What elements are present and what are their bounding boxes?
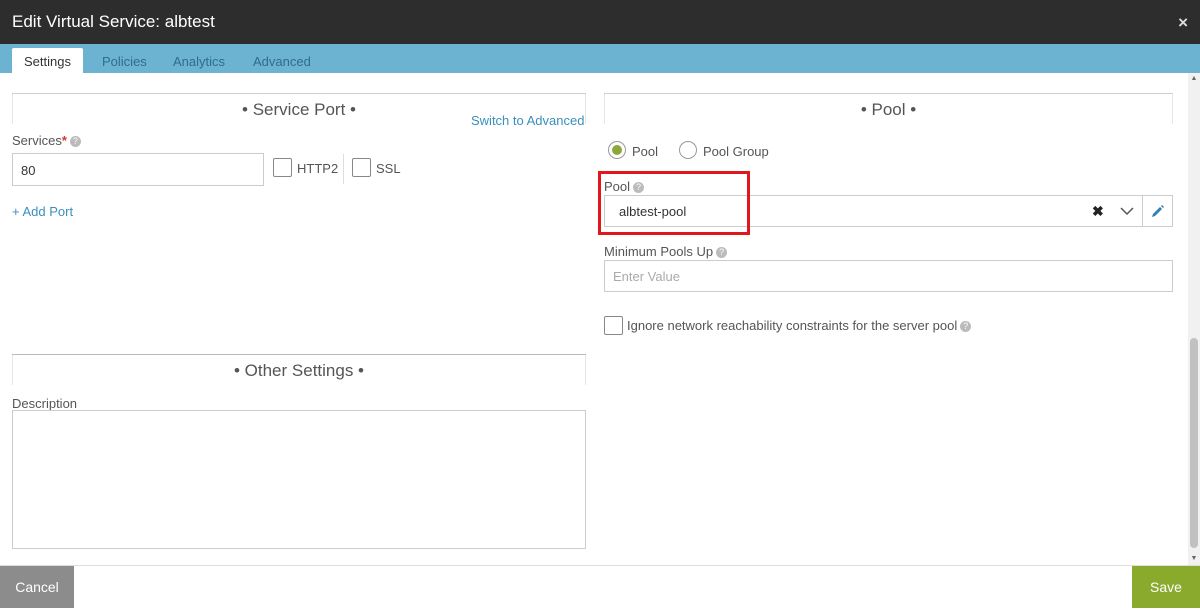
save-button[interactable]: Save	[1132, 566, 1200, 608]
help-icon[interactable]: ?	[960, 321, 972, 333]
radio-pool-label: Pool	[632, 144, 659, 159]
tab-advanced[interactable]: Advanced	[241, 48, 323, 73]
divider	[12, 94, 13, 124]
other-settings-heading-text: • Other Settings •	[233, 361, 364, 380]
add-port-link[interactable]: + Add Port	[12, 204, 73, 219]
other-settings-heading: • Other Settings •	[12, 354, 586, 385]
ignore-reachability-checkbox[interactable]	[604, 316, 623, 335]
divider	[343, 154, 344, 184]
description-label: Description	[12, 396, 78, 411]
services-label-text: Services	[12, 133, 62, 148]
divider	[585, 355, 586, 385]
settings-panel: • Service Port • Switch to Advanced Serv…	[0, 73, 1188, 565]
http2-label: HTTP2	[297, 161, 339, 176]
radio-pool-group-label: Pool Group	[703, 144, 769, 159]
pool-heading: • Pool •	[604, 93, 1173, 124]
services-port-input[interactable]: 80	[12, 153, 264, 186]
tab-policies[interactable]: Policies	[90, 48, 159, 73]
help-icon[interactable]: ?	[69, 136, 81, 148]
modal-title: Edit Virtual Service: albtest	[12, 12, 215, 31]
edit-pool-button[interactable]	[1143, 195, 1173, 227]
close-icon[interactable]: ×	[1178, 13, 1188, 33]
http2-checkbox[interactable]	[273, 158, 292, 177]
chevron-down-icon[interactable]	[1120, 206, 1134, 216]
min-pools-up-label: Minimum Pools Up?	[604, 244, 728, 259]
min-pools-up-label-text: Minimum Pools Up	[604, 244, 714, 259]
ignore-reachability-label: Ignore network reachability constraints …	[627, 318, 972, 333]
pool-heading-text: • Pool •	[860, 100, 917, 119]
ssl-label: SSL	[376, 161, 401, 176]
divider	[604, 94, 605, 124]
vertical-scrollbar[interactable]: ▲ ▼	[1188, 73, 1200, 565]
highlight-box	[598, 171, 750, 235]
switch-to-advanced-link[interactable]: Switch to Advanced	[471, 113, 584, 128]
ssl-checkbox[interactable]	[352, 158, 371, 177]
scroll-down-icon[interactable]: ▼	[1188, 553, 1200, 565]
divider	[585, 94, 586, 124]
pencil-icon	[1152, 205, 1164, 217]
tab-settings[interactable]: Settings	[12, 48, 83, 73]
clear-icon[interactable]: ✖	[1092, 203, 1104, 220]
modal-footer: Cancel Save	[0, 565, 1200, 610]
cancel-button[interactable]: Cancel	[0, 566, 74, 608]
divider	[12, 355, 13, 385]
min-pools-up-input[interactable]: Enter Value	[604, 260, 1173, 292]
ignore-reachability-label-text: Ignore network reachability constraints …	[627, 318, 958, 333]
divider	[1172, 94, 1173, 124]
radio-pool-group[interactable]	[679, 141, 697, 159]
radio-pool[interactable]	[608, 141, 626, 159]
description-textarea[interactable]	[12, 410, 586, 549]
scroll-up-icon[interactable]: ▲	[1188, 73, 1200, 85]
service-port-heading-text: • Service Port •	[242, 100, 356, 119]
services-label: Services*?	[12, 133, 81, 148]
scrollbar-thumb[interactable]	[1190, 338, 1198, 548]
modal-title-bar: Edit Virtual Service: albtest ×	[0, 0, 1200, 44]
required-asterisk: *	[61, 133, 67, 148]
tab-bar: Settings Policies Analytics Advanced	[0, 44, 1200, 73]
tab-analytics[interactable]: Analytics	[161, 48, 237, 73]
help-icon[interactable]: ?	[716, 247, 728, 259]
